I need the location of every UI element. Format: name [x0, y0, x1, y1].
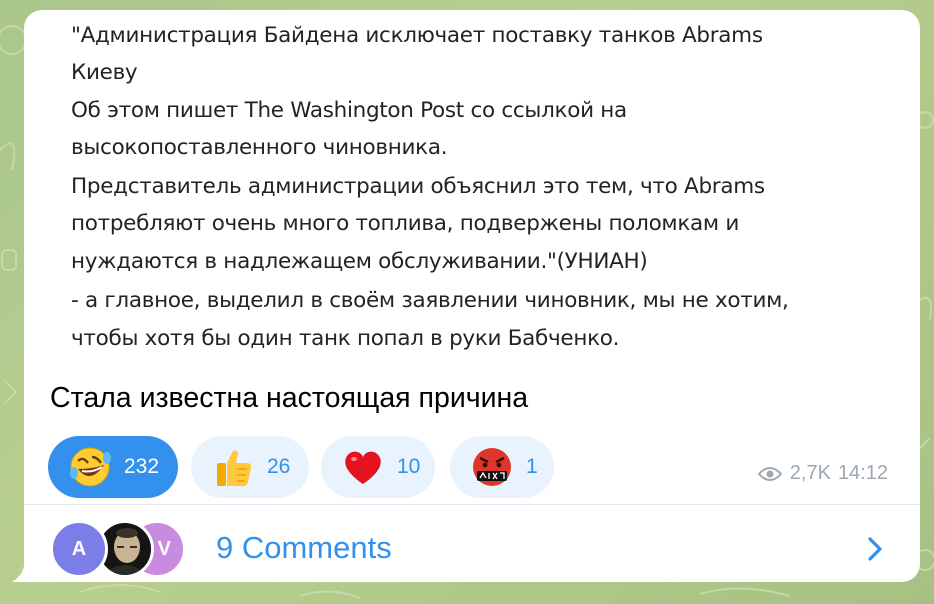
quote-line: Представитель администрации объяснил это… — [71, 174, 765, 199]
reaction-count: 232 — [124, 455, 160, 478]
views-eye-icon — [757, 466, 782, 481]
views-count: 2,7K — [789, 462, 831, 484]
quote-line: Об этом пишет The Washington Post со ссы… — [71, 98, 627, 123]
reaction-count: 26 — [267, 455, 291, 478]
quote-screenshot-image[interactable]: "Администрация Байдена исключает поставк… — [50, 10, 910, 380]
red-heart-emoji-icon — [345, 451, 381, 484]
quote-line: Киеву — [71, 60, 138, 85]
chevron-right-icon — [868, 537, 882, 561]
reaction-rofl-button[interactable]: 232 — [48, 436, 178, 498]
comments-divider — [24, 504, 920, 505]
quote-line: нуждаются в надлежащем обслуживании."(УН… — [71, 249, 648, 274]
message-meta: 2,7K 14:12 — [757, 462, 888, 485]
message-time: 14:12 — [837, 462, 888, 484]
reaction-cursing-face-button[interactable]: 1 — [450, 436, 554, 498]
reaction-heart-button[interactable]: 10 — [321, 436, 435, 498]
reaction-count: 1 — [526, 455, 538, 478]
quote-line: "Администрация Байдена исключает поставк… — [71, 23, 763, 48]
avatar: A — [50, 520, 108, 578]
quote-line: высокопоставленного чиновника. — [71, 135, 448, 160]
comments-button[interactable]: A V 9 Comments — [24, 506, 920, 582]
reaction-count: 10 — [397, 455, 421, 478]
cursing-face-emoji-icon — [473, 448, 511, 486]
rofl-emoji-icon — [70, 447, 111, 487]
quote-line: чтобы хотя бы один танк попал в руки Баб… — [71, 326, 620, 351]
quote-line: потребляют очень много топлива, подверже… — [71, 211, 740, 236]
quote-line: - а главное, выделил в своём заявлении ч… — [71, 288, 789, 313]
message-caption: Стала известна настоящая причина — [50, 382, 529, 414]
message-bubble[interactable]: "Администрация Байдена исключает поставк… — [24, 10, 920, 582]
thumbs-up-emoji-icon — [217, 450, 252, 486]
reaction-thumbs-up-button[interactable]: 26 — [191, 436, 309, 498]
comments-count-label: 9 Comments — [216, 530, 392, 565]
